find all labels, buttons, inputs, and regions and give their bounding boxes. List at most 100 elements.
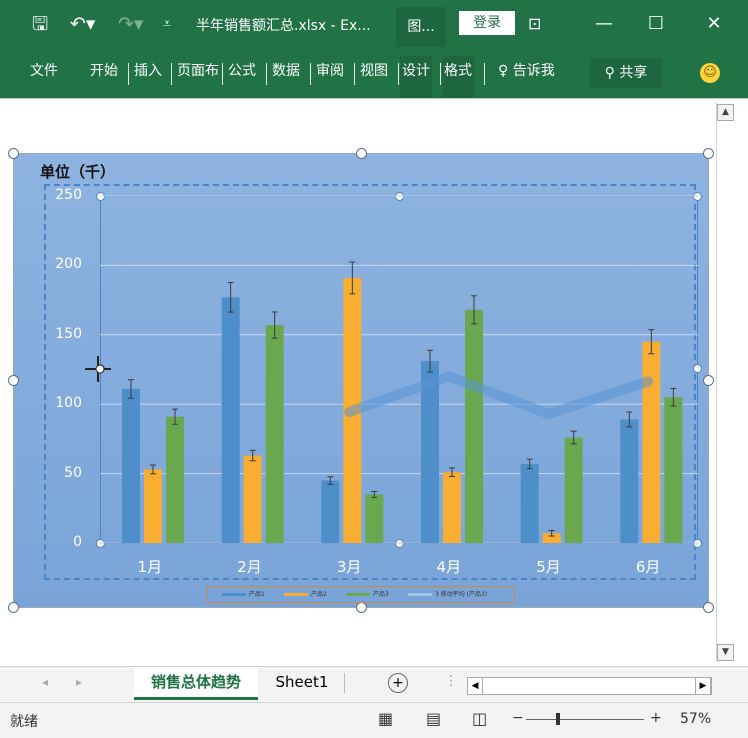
window-title: 半年销售额汇总.xlsx - Ex...: [196, 18, 371, 34]
tab-review[interactable]: 审阅: [314, 56, 346, 98]
unit-label: 单位（千）: [40, 163, 116, 181]
customize-qat-icon[interactable]: ⩡: [163, 12, 171, 36]
ribbon-tab-bar: 文件 开始 插入 页面布 公式 数据 审阅 视图 设计 格式 ♀ 告诉我 ⚲ 共…: [0, 56, 748, 98]
zoom-slider-thumb[interactable]: [556, 713, 560, 725]
tab-separator: [266, 63, 267, 85]
sheet-tab[interactable]: Sheet1: [262, 667, 342, 697]
chart-tools-context-tab[interactable]: 图...: [396, 7, 446, 47]
x-tick-label: 3月: [336, 558, 362, 576]
legend-swatch: [222, 593, 246, 596]
tab-file[interactable]: 文件: [28, 56, 60, 98]
scroll-left-icon[interactable]: ◀: [468, 678, 483, 694]
resize-handle[interactable]: [356, 602, 367, 613]
sheet-tab-active[interactable]: 销售总体趋势: [134, 667, 258, 700]
status-ready: 就绪: [10, 714, 38, 730]
undo-icon[interactable]: ↶▾: [70, 12, 95, 36]
plot-resize-handle[interactable]: [96, 539, 105, 548]
legend-label: 3 移动平均 (产品3): [435, 591, 488, 598]
zoom-level[interactable]: 57%: [680, 711, 711, 727]
chart-legend[interactable]: 产品1 产品2 产品3 3 移动平均 (产品3): [207, 586, 515, 603]
plot-resize-handle[interactable]: [96, 192, 105, 201]
scroll-up-icon[interactable]: ▲: [717, 104, 734, 121]
tab-separator: [222, 63, 223, 85]
tab-format[interactable]: 格式: [442, 56, 474, 98]
resize-handle[interactable]: [8, 375, 19, 386]
scroll-right-icon[interactable]: ▶: [695, 677, 711, 695]
tab-home[interactable]: 开始: [88, 56, 120, 98]
tab-insert[interactable]: 插入: [132, 56, 164, 98]
x-tick-label: 5月: [536, 558, 561, 576]
sheet-next-icon[interactable]: ▸: [76, 675, 82, 689]
page-layout-view-icon[interactable]: ▤: [426, 709, 441, 728]
zoom-in-icon[interactable]: +: [650, 710, 662, 726]
tab-separator: [440, 63, 441, 85]
share-label: 共享: [619, 65, 648, 81]
login-button[interactable]: 登录: [459, 11, 515, 35]
resize-handle[interactable]: [8, 602, 19, 613]
tab-separator: [398, 63, 399, 85]
legend-item: 3 移动平均 (产品3): [408, 591, 487, 598]
plot-resize-handle[interactable]: [693, 192, 702, 201]
status-bar: 就绪 ▦ ▤ ◫ − + 57%: [0, 702, 748, 738]
horizontal-scrollbar[interactable]: ◀: [467, 677, 712, 695]
plot-resize-handle[interactable]: [693, 364, 702, 373]
resize-handle[interactable]: [356, 148, 367, 159]
resize-handle[interactable]: [8, 148, 19, 159]
zoom-slider[interactable]: [526, 719, 644, 720]
save-icon[interactable]: 🖫: [32, 12, 48, 36]
y-tick-label: 200: [55, 256, 82, 273]
tab-design[interactable]: 设计: [400, 56, 432, 98]
sheet-prev-icon[interactable]: ◂: [42, 675, 48, 689]
page-break-view-icon[interactable]: ◫: [472, 709, 487, 728]
move-cursor-icon: [85, 356, 111, 382]
normal-view-icon[interactable]: ▦: [378, 709, 393, 728]
share-button[interactable]: ⚲ 共享: [590, 58, 662, 88]
x-tick-label: 6月: [635, 558, 661, 576]
x-tick-label: 2月: [237, 558, 262, 576]
tell-me-label: 告诉我: [512, 63, 555, 79]
vertical-scrollbar[interactable]: ▲ ▼: [716, 102, 734, 662]
tell-me-search[interactable]: ♀ 告诉我: [496, 56, 557, 98]
tab-separator: [484, 63, 485, 85]
x-tick-label: 4月: [436, 558, 462, 576]
legend-item: 产品2: [284, 591, 327, 598]
tab-data[interactable]: 数据: [270, 56, 302, 98]
legend-item: 产品1: [222, 591, 265, 598]
legend-label: 产品1: [249, 591, 265, 598]
resize-handle[interactable]: [703, 602, 714, 613]
zoom-out-icon[interactable]: −: [512, 710, 524, 726]
ribbon-display-options-icon[interactable]: ⊡: [528, 12, 541, 36]
title-bar: 🖫 ↶▾ ↷▾ ⩡ 半年销售额汇总.xlsx - Ex... 图... 登录 ⊡…: [0, 0, 748, 56]
minimize-button[interactable]: —: [582, 10, 626, 38]
add-sheet-button[interactable]: +: [388, 673, 408, 693]
tab-separator: [310, 63, 311, 85]
y-tick-label: 250: [55, 187, 82, 203]
tab-view[interactable]: 视图: [358, 56, 390, 98]
y-tick-label: 50: [64, 464, 82, 481]
split-handle-icon[interactable]: ⋮: [444, 673, 458, 689]
tab-separator: [171, 63, 172, 85]
y-tick-label: 150: [55, 325, 82, 342]
legend-label: 产品2: [311, 591, 327, 598]
tab-divider: [344, 673, 345, 693]
resize-handle[interactable]: [703, 148, 714, 159]
x-tick-label: 1月: [137, 558, 163, 576]
resize-handle[interactable]: [703, 375, 714, 386]
maximize-button[interactable]: ☐: [634, 10, 678, 38]
legend-label: 产品3: [373, 591, 389, 598]
tab-formulas[interactable]: 公式: [226, 56, 258, 98]
y-tick-label: 100: [55, 395, 82, 412]
plot-resize-handle[interactable]: [395, 192, 404, 201]
plot-area[interactable]: [100, 196, 698, 544]
tab-separator: [128, 63, 129, 85]
plot-resize-handle[interactable]: [693, 539, 702, 548]
plot-resize-handle[interactable]: [395, 539, 404, 548]
feedback-smiley-icon[interactable]: ☺: [700, 63, 720, 83]
redo-icon[interactable]: ↷▾: [118, 12, 143, 36]
close-button[interactable]: ✕: [692, 10, 736, 38]
sheet-tab-bar: ◂ ▸ 销售总体趋势 Sheet1 + ⋮ ◀ ▶: [0, 666, 748, 703]
tab-page-layout[interactable]: 页面布: [175, 56, 221, 98]
y-tick-label: 0: [73, 534, 82, 550]
scroll-down-icon[interactable]: ▼: [717, 644, 734, 661]
lightbulb-icon: ♀: [498, 63, 509, 79]
